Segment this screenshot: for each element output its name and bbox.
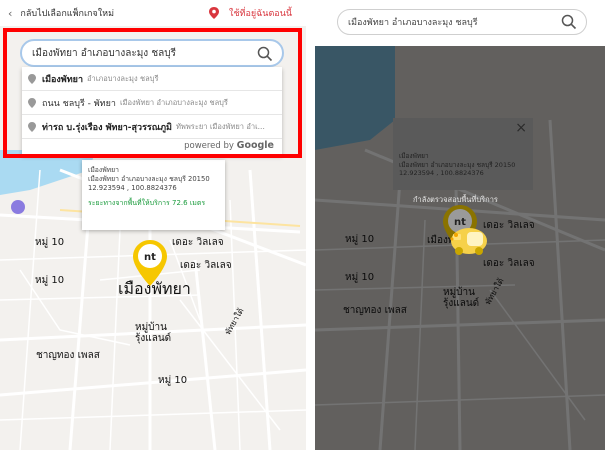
search-input[interactable]: เมืองพัทยา อำเภอบางละมุง ชลบุรี <box>337 9 587 35</box>
location-info-window: × เมืองพัทยา เมืองพัทยา อำเภอบางละมุง ชล… <box>82 147 225 230</box>
info-distance: ระยะทางจากพื้นที่ให้บริการ 72.6 เมตร <box>88 199 206 207</box>
place-pin-icon <box>28 121 36 132</box>
info-coords: 12.923594 , 100.8824376 <box>88 184 177 192</box>
search-value: เมืองพัทยา อำเภอบางละมุง ชลบุรี <box>348 18 478 28</box>
close-icon[interactable]: × <box>515 121 527 134</box>
map-label-moo10: หมู่ 10 <box>35 275 65 286</box>
info-address: เมืองพัทยา อำเภอบางละมุง ชลบุรี 20150 <box>88 175 210 183</box>
suggestion-sub: อำเภอบางละมุง ชลบุรี <box>87 73 159 83</box>
suggestion-main: ถนน ชลบุรี - พัทยา <box>42 98 116 109</box>
search-input[interactable]: เมืองพัทยา อำเภอบางละมุง ชลบุรี <box>20 39 284 67</box>
suggestion-sub: เมืองพัทยา อำเภอบางละมุง ชลบุรี <box>119 97 228 107</box>
map-label-rungland: หมู่บ้าน รุ้งแลนด์ <box>135 322 172 344</box>
map-label-village-2: เดอะ วิลเลจ <box>180 260 232 271</box>
top-bar: เมืองพัทยา อำเภอบางละมุง ชลบุรี <box>315 0 605 46</box>
marker-label: nt <box>144 252 156 263</box>
back-label: กลับไปเลือกแพ็กเกจใหม่ <box>20 9 115 19</box>
map-label-village: เดอะ วิลเลจ <box>172 237 224 248</box>
use-current-location-button[interactable]: ใช้ที่อยู่ฉันตอนนี้ <box>209 6 292 20</box>
screenshot-root: ‹ กลับไปเลือกแพ็กเกจใหม่ ใช้ที่อยู่ฉันตอ… <box>0 0 605 450</box>
search-icon[interactable] <box>561 14 577 30</box>
map-label-moo10: หมู่ 10 <box>345 234 375 245</box>
search-value: เมืองพัทยา อำเภอบางละมุง ชลบุรี <box>32 47 177 59</box>
powered-by-text: powered by <box>184 141 234 151</box>
suggestion-sub: ทัพพระยา เมืองพัทยา อำเ... <box>175 121 265 131</box>
suggestion-main: เมืองพัทยา <box>42 74 84 85</box>
map-label-moo10: หมู่ 10 <box>345 272 375 283</box>
delivery-scooter-icon <box>450 228 487 255</box>
suggestion-item[interactable]: เมืองพัทยา อำเภอบางละมุง ชลบุรี <box>22 67 282 91</box>
suggestion-main: ท่ารถ บ.รุ่งเรือง พัทยา-สุวรรณภูมิ <box>42 122 172 133</box>
info-title: เมืองพัทยา <box>399 152 429 160</box>
map-label-moo10: หมู่ 10 <box>158 375 188 386</box>
map-label-chanthong: ชาญทอง เพลส <box>343 305 407 316</box>
map-label-rungland: หมู่บ้าน รุ้งแลนด์ <box>443 287 480 309</box>
top-bar: ‹ กลับไปเลือกแพ็กเกจใหม่ ใช้ที่อยู่ฉันตอ… <box>0 0 306 26</box>
suggestion-item[interactable]: ถนน ชลบุรี - พัทยา เมืองพัทยา อำเภอบางละ… <box>22 91 282 115</box>
map-marker-pin-icon[interactable]: nt <box>133 240 167 286</box>
chevron-left-icon: ‹ <box>8 6 13 20</box>
suggestion-item[interactable]: ท่ารถ บ.รุ่งเรือง พัทยา-สุวรรณภูมิ ทัพพร… <box>22 115 282 139</box>
info-address: เมืองพัทยา อำเภอบางละมุง ชลบุรี 20150 <box>399 160 516 169</box>
info-title: เมืองพัทยา <box>88 166 119 174</box>
left-panel: ‹ กลับไปเลือกแพ็กเกจใหม่ ใช้ที่อยู่ฉันตอ… <box>0 0 306 450</box>
location-info-window: × เมืองพัทยา เมืองพัทยา อำเภอบางละมุง ชล… <box>393 118 533 190</box>
use-location-label: ใช้ที่อยู่ฉันตอนนี้ <box>229 9 292 19</box>
right-panel: เดอะ วิลเลจ เดอะ วิลเลจ หมู่ 10 หมู่ 10 … <box>315 0 605 450</box>
map-label-moo10: หมู่ 10 <box>35 237 65 248</box>
search-icon[interactable] <box>257 46 273 62</box>
back-link[interactable]: ‹ กลับไปเลือกแพ็กเกจใหม่ <box>0 6 114 20</box>
location-pin-icon <box>209 7 220 19</box>
map-label-village-2: เดอะ วิลเลจ <box>483 258 535 269</box>
info-coords: 12.923594 , 100.8824376 <box>399 169 484 177</box>
autocomplete-dropdown: เมืองพัทยา อำเภอบางละมุง ชลบุรี ถนน ชลบุ… <box>22 67 282 155</box>
place-pin-icon <box>28 97 36 108</box>
powered-by-google: powered by Google <box>184 140 274 151</box>
map-label-chanthong: ชาญทอง เพลส <box>36 350 100 361</box>
place-pin-icon <box>28 73 36 84</box>
google-logo: Google <box>236 140 274 151</box>
